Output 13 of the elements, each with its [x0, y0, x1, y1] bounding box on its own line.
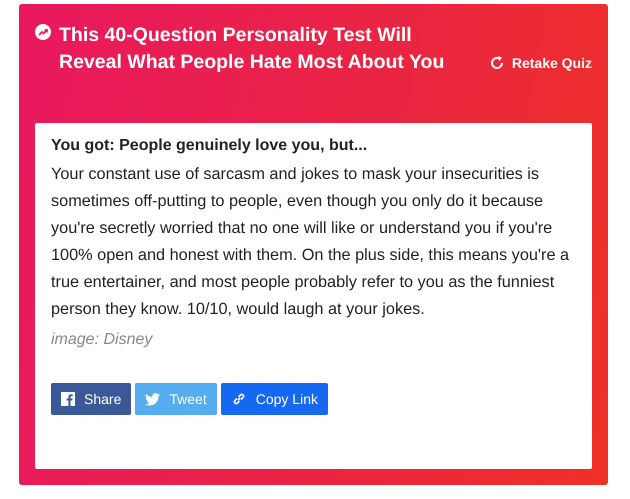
trending-icon: [35, 24, 51, 40]
tweet-button[interactable]: Tweet: [135, 383, 217, 415]
result-description: Your constant use of sarcasm and jokes to mask your insecurities is sometimes off-putting to people, even though you only do it because you're secretly worried that no one will like or understand you if you're 100% open and honest with them. On the plus side, this means you're a true entertainer, and most people probably refer to you as the funniest person they know. 10/10, would laugh at your jokes.: [51, 164, 570, 320]
link-icon: [230, 391, 247, 407]
retake-quiz-link[interactable]: Retake Quiz: [488, 55, 592, 71]
refresh-icon: [488, 55, 505, 71]
quiz-title: This 40-Question Personality Test Will Reveal What People Hate Most About You: [59, 23, 446, 75]
copy-link-button[interactable]: Copy Link: [220, 383, 328, 415]
image-credit: image: Disney: [51, 331, 154, 349]
facebook-icon: [61, 392, 75, 406]
bird-icon: [145, 392, 160, 406]
result-heading: You got: People genuinely love you, but...: [51, 137, 368, 155]
share-button[interactable]: Share: [51, 383, 132, 415]
